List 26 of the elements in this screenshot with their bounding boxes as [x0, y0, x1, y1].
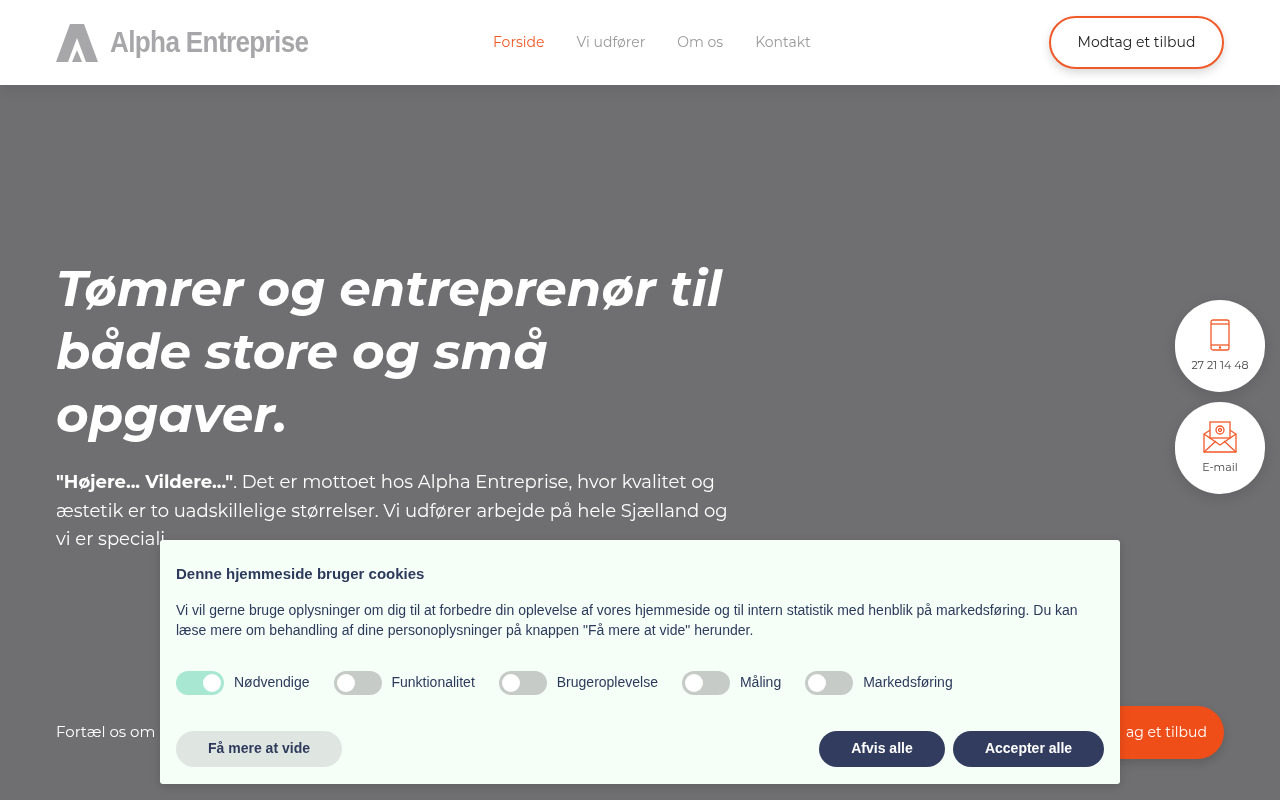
reject-button[interactable]: Afvis alle [819, 730, 945, 767]
phone-icon [1210, 318, 1230, 351]
toggle-label: Nødvendige [234, 673, 310, 692]
logo-icon [56, 23, 98, 62]
hero-footer-text: Fortæl os om [56, 720, 156, 743]
toggle-switch[interactable] [681, 670, 730, 695]
toggle-switch[interactable] [805, 670, 854, 695]
accept-button[interactable]: Accepter alle [953, 730, 1104, 767]
envelope-icon [1203, 420, 1237, 453]
email-link[interactable]: E-mail [1175, 402, 1265, 494]
toggle-label: Markedsføring [863, 673, 953, 692]
nav-link[interactable]: Forside [493, 32, 545, 53]
phone-link[interactable]: 27 21 14 48 [1175, 300, 1265, 392]
toggle-label: Måling [739, 673, 782, 692]
quote-button[interactable]: Modtag et tilbud [1049, 16, 1224, 69]
hero-lead: "Højere... Vildere...". Det er mottoet hos Alpha Entreprise, hvor kvalitet og æstetik er to uadskillelige størrelser. Vi udfører arbejde på hele Sjælland og vi er speciali [56, 470, 729, 552]
cookie-title: Denne hjemmeside bruger cookies [176, 564, 426, 584]
learn-more-button[interactable]: Få mere at vide [176, 730, 342, 767]
toggle-switch[interactable] [176, 670, 224, 695]
toggle-label: Funktionalitet [391, 673, 475, 692]
hero-title: Tømrer og entreprenør til både store og små opgaver. [56, 257, 724, 446]
toggle-switch[interactable] [498, 670, 547, 695]
toggle-switch[interactable] [333, 670, 382, 695]
toggle-label: Brugeroplevelse [556, 673, 658, 692]
cookie-text: Vi vil gerne bruge oplysninger om dig til at forbedre din oplevelse af vores hjemmeside og til intern statistik med henblik på markedsføring. Du kan læse mere om behandling af dine personoplysninger på knappen "Få mere at vide" herunder. [176, 600, 1079, 640]
logo-text: Alpha Entreprise [110, 24, 309, 60]
